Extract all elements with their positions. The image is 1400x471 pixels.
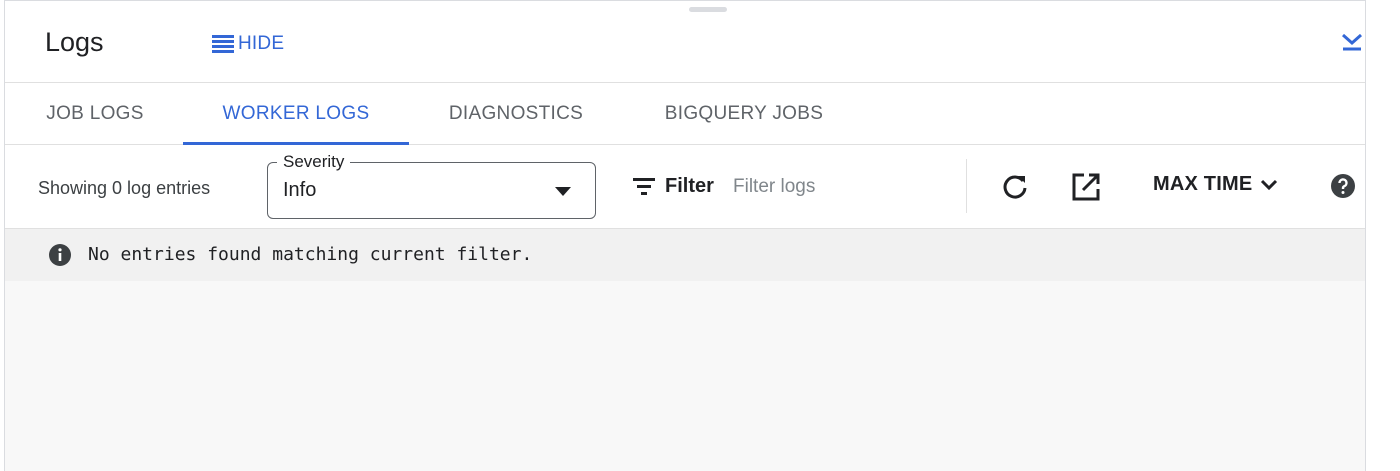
toolbar-divider bbox=[966, 159, 967, 213]
severity-label: Severity bbox=[277, 152, 351, 172]
chevron-down-icon[interactable] bbox=[1338, 29, 1366, 53]
refresh-icon[interactable] bbox=[999, 171, 1031, 203]
message-text: No entries found matching current filter… bbox=[88, 244, 533, 265]
tab-label: BIGQUERY JOBS bbox=[664, 103, 824, 124]
severity-value: Info bbox=[283, 179, 317, 201]
chevron-down-icon bbox=[1261, 179, 1278, 190]
tab-label: DIAGNOSTICS bbox=[448, 103, 584, 124]
severity-select[interactable]: Severity Info bbox=[267, 152, 596, 219]
page-title: Logs bbox=[45, 27, 104, 57]
dropdown-caret-icon bbox=[555, 187, 571, 196]
tab-job-logs[interactable]: JOB LOGS bbox=[23, 83, 167, 145]
tab-bigquery-jobs[interactable]: BIGQUERY JOBS bbox=[645, 83, 843, 145]
entry-count-text: Showing 0 log entries bbox=[38, 178, 211, 198]
hide-button[interactable]: HIDE bbox=[212, 31, 284, 57]
info-icon bbox=[49, 244, 71, 266]
max-time-label: MAX TIME bbox=[1153, 173, 1253, 195]
help-icon[interactable] bbox=[1330, 173, 1356, 199]
filter-icon bbox=[633, 178, 655, 195]
tab-worker-logs[interactable]: WORKER LOGS bbox=[183, 83, 409, 145]
logs-toolbar: Showing 0 log entries Severity Info Filt… bbox=[5, 145, 1365, 229]
tab-diagnostics[interactable]: DIAGNOSTICS bbox=[429, 83, 603, 145]
hide-button-label: HIDE bbox=[238, 33, 285, 54]
menu-lines-icon bbox=[212, 35, 234, 53]
empty-state-message: No entries found matching current filter… bbox=[5, 229, 1365, 281]
log-entries-area bbox=[5, 281, 1365, 471]
logs-panel: Logs HIDE JOB LOGS WORKER LOGS DIAGNOSTI… bbox=[4, 0, 1366, 471]
tab-label: WORKER LOGS bbox=[222, 103, 370, 124]
tab-label: JOB LOGS bbox=[46, 103, 144, 124]
tab-bar: JOB LOGS WORKER LOGS DIAGNOSTICS BIGQUER… bbox=[5, 83, 1365, 145]
filter-input[interactable] bbox=[733, 171, 953, 203]
logs-header: Logs HIDE bbox=[5, 1, 1365, 83]
open-in-new-icon[interactable] bbox=[1070, 171, 1102, 203]
max-time-button[interactable]: MAX TIME bbox=[1153, 173, 1278, 196]
filter-label[interactable]: Filter bbox=[665, 175, 714, 198]
